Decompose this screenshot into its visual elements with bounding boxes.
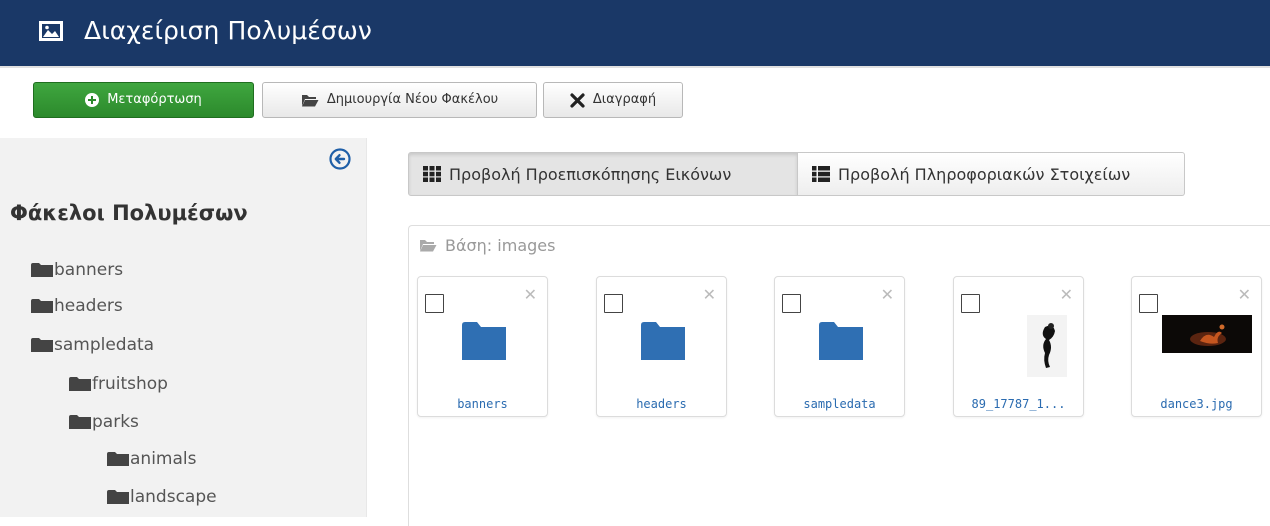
view-toggle: Προβολή Προεπισκόπησης Εικόνων Προβολή Π… [408,152,1185,196]
folder-icon [818,322,863,360]
folder-open-icon [420,240,437,252]
image-icon [39,21,63,41]
sidebar-item-fruitshop[interactable]: fruitshop [69,372,168,396]
delete-x-icon[interactable]: ✕ [1238,287,1251,303]
folder-thumbnail[interactable] [775,315,906,367]
dancer-image [1027,315,1067,377]
page-header: Διαχείριση Πολυμέσων [0,0,1270,68]
sidebar-item-sampledata[interactable]: sampledata [31,333,154,357]
delete-x-icon[interactable]: ✕ [1060,287,1073,303]
sidebar-item-label: banners [54,260,124,280]
sidebar-item-label: sampledata [54,335,155,355]
sidebar-item-headers[interactable]: headers [31,294,123,318]
media-item-dance3[interactable]: ✕ dance3.jpg [1131,276,1262,417]
folder-icon [461,322,506,360]
base-path-label: Βάση: images [445,236,556,255]
media-item-label[interactable]: sampledata [775,397,904,411]
arrow-left-circle-icon[interactable] [329,148,351,170]
media-item-label[interactable]: headers [597,397,726,411]
sidebar-title: Φάκελοι Πολυμέσων [10,201,248,225]
media-item-headers[interactable]: ✕ headers [596,276,727,417]
folder-icon [69,377,91,391]
folder-icon [31,263,53,277]
media-item-sampledata[interactable]: ✕ sampledata [774,276,905,417]
breadcrumb: Βάση: images [419,236,555,255]
list-icon [812,166,830,182]
sidebar-item-animals[interactable]: animals [107,447,196,471]
folder-sidebar: Φάκελοι Πολυμέσων banners headers sample… [0,138,366,517]
folder-icon [107,490,129,504]
folder-icon [31,338,53,352]
folder-icon [107,452,129,466]
thumbnail-view-button[interactable]: Προβολή Προεπισκόπησης Εικόνων [408,152,798,196]
media-item-banners[interactable]: ✕ banners [417,276,548,417]
image-thumbnail[interactable] [1132,315,1263,367]
select-checkbox[interactable] [604,294,623,313]
page-title: Διαχείριση Πολυμέσων [84,16,372,45]
plus-circle-icon [85,93,100,107]
folder-icon [640,322,685,360]
sidebar-item-label: animals [130,449,197,469]
delete-x-icon[interactable]: ✕ [881,287,894,303]
image-thumbnail[interactable] [954,315,1085,377]
delete-button[interactable]: Διαγραφή [543,82,683,118]
toolbar: Μεταφόρτωση Δημιουργία Νέου Φακέλου Διαγ… [0,68,1270,138]
sidebar-item-landscape[interactable]: landscape [107,485,217,509]
details-view-label: Προβολή Πληροφοριακών Στοιχείων [838,164,1131,184]
sidebar-item-label: landscape [130,487,217,507]
thumbnail-view-label: Προβολή Προεπισκόπησης Εικόνων [449,164,732,184]
folder-open-icon [301,94,319,106]
folder-icon [69,415,91,429]
media-item-image-1[interactable]: ✕ 89_17787_1... [953,276,1084,417]
select-checkbox[interactable] [425,294,444,313]
folder-icon [31,299,53,313]
delete-button-label: Διαγραφή [592,92,657,107]
sidebar-item-banners[interactable]: banners [31,258,123,282]
select-checkbox[interactable] [1139,294,1158,313]
create-folder-button-label: Δημιουργία Νέου Φακέλου [326,92,499,107]
sidebar-item-parks[interactable]: parks [69,410,139,434]
folder-thumbnail[interactable] [597,315,728,367]
upload-button-label: Μεταφόρτωση [107,92,202,107]
details-view-button[interactable]: Προβολή Πληροφοριακών Στοιχείων [798,152,1185,196]
grid-icon [423,166,441,182]
select-checkbox[interactable] [961,294,980,313]
select-checkbox[interactable] [782,294,801,313]
upload-button[interactable]: Μεταφόρτωση [33,82,254,118]
thumbnail-grid: Βάση: images ✕ banners ✕ headers ✕ sampl… [408,225,1270,526]
media-item-label[interactable]: 89_17787_1... [954,397,1083,411]
dance-photo-image [1161,315,1252,353]
media-item-label[interactable]: banners [418,397,547,411]
folder-thumbnail[interactable] [418,315,549,367]
delete-x-icon[interactable]: ✕ [703,287,716,303]
close-icon [570,92,585,108]
create-folder-button[interactable]: Δημιουργία Νέου Φακέλου [262,82,537,118]
delete-x-icon[interactable]: ✕ [524,287,537,303]
media-content: Προβολή Προεπισκόπησης Εικόνων Προβολή Π… [366,138,1270,526]
sidebar-item-label: fruitshop [92,374,168,394]
sidebar-item-label: parks [92,412,139,432]
sidebar-item-label: headers [54,296,123,316]
media-item-label[interactable]: dance3.jpg [1132,397,1261,411]
